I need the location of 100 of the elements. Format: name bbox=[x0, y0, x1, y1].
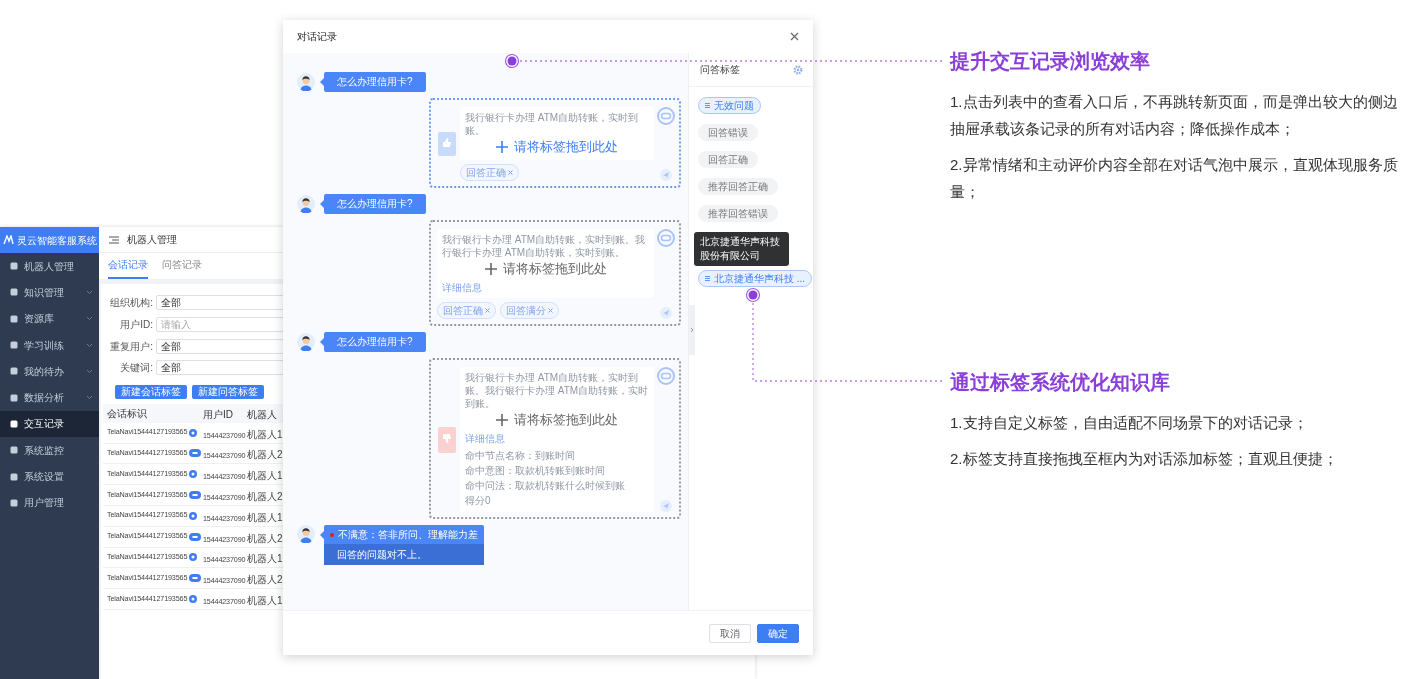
menu-item[interactable]: 交互记录 bbox=[0, 410, 99, 438]
callout-text: 1.支持自定义标签，自由适配不同场景下的对话记录； bbox=[950, 413, 1309, 433]
close-icon bbox=[548, 308, 553, 313]
close-icon bbox=[508, 170, 513, 175]
create-tag-button[interactable]: 新建会话标签 bbox=[115, 384, 187, 399]
plus-icon bbox=[496, 140, 508, 153]
callout-text: 2.异常情绪和主动评价内容全部在对话气泡中展示，直观体现服务质量； bbox=[950, 155, 1399, 202]
drag-handle-icon bbox=[705, 276, 710, 281]
menu-icon[interactable] bbox=[109, 235, 119, 244]
menu-item[interactable]: 资源库 bbox=[0, 305, 99, 332]
menu-icon bbox=[10, 288, 18, 297]
drop-zone[interactable]: 我行银行卡办理 ATM自助转账，实时到账。 请将标签拖到此处 回答正确 bbox=[429, 98, 681, 188]
menu-icon bbox=[10, 472, 18, 481]
rating-text: 不满意：答非所问、理解能力差 bbox=[338, 528, 478, 542]
logo-icon bbox=[2, 235, 14, 245]
menu-item[interactable]: 系统监控 bbox=[0, 437, 99, 464]
field-label: 关键词: bbox=[119, 361, 153, 376]
confirm-button[interactable]: 确定 bbox=[757, 623, 799, 643]
column-header: 用户ID bbox=[203, 409, 233, 421]
bot-icon bbox=[657, 367, 675, 385]
detail-link[interactable]: 详细信息 bbox=[442, 281, 482, 294]
input-field[interactable]: 请输入 bbox=[156, 317, 284, 333]
tag-chip[interactable]: 回答正确 bbox=[460, 164, 519, 181]
menu-item[interactable]: 学习训练 bbox=[0, 331, 99, 359]
callout-heading: 提升交互记录浏览效率 bbox=[950, 49, 1151, 74]
panel-title: 问答标签 bbox=[700, 63, 740, 77]
drop-zone[interactable]: 我行银行卡办理 ATM自助转账，实时到账。我行银行卡办理 ATM自助转账，实时到账。 请将标签拖到此处 详细信息 命中节点名称：到账时间 命中意图：取款机转账到账时间 命中问法：取款机转账什么时候到账 得分0 bbox=[429, 358, 681, 519]
create-tag-button[interactable]: 新建问答标签 bbox=[192, 384, 264, 399]
avatar-icon bbox=[297, 195, 315, 213]
drop-hint: 请将标签拖到此处 bbox=[514, 140, 618, 153]
avatar-icon bbox=[297, 525, 315, 543]
table-cell: 机器人2 bbox=[247, 491, 283, 503]
menu-icon bbox=[10, 262, 18, 271]
menu-icon bbox=[10, 393, 18, 402]
answer-text: 我行银行卡办理 ATM自助转账，实时到账。我行银行卡办理 ATM自助转账，实时到账。 bbox=[442, 233, 647, 259]
input-field[interactable]: 全部 bbox=[156, 360, 284, 376]
table-cell: 机器人1 bbox=[247, 595, 283, 607]
table-cell: 机器人1 bbox=[247, 511, 283, 523]
hit-info: 得分0 bbox=[465, 494, 492, 508]
menu-icon bbox=[10, 419, 18, 428]
collapse-handle[interactable] bbox=[688, 305, 695, 355]
input-field[interactable]: 全部 bbox=[156, 338, 284, 354]
tab[interactable]: 问答记录 bbox=[162, 257, 202, 279]
menu-item[interactable]: 数据分析 bbox=[0, 384, 99, 411]
menu-item[interactable]: 知识管理 bbox=[0, 279, 99, 306]
drop-zone[interactable]: 我行银行卡办理 ATM自助转账，实时到账。我行银行卡办理 ATM自助转账，实时到账。 请将标签拖到此处 详细信息 回答正确 回答满分 bbox=[429, 220, 681, 326]
answer-text: 我行银行卡办理 ATM自助转账，实时到账。 bbox=[465, 111, 640, 137]
tag-pill[interactable]: 推荐回答正确 bbox=[698, 178, 778, 195]
hit-info: 命中问法：取款机转账什么时候到账 bbox=[465, 479, 626, 493]
tag-chip[interactable]: 回答正确 bbox=[437, 302, 496, 319]
menu-item[interactable]: 系统设置 bbox=[0, 463, 99, 490]
tag-pill[interactable]: 回答错误 bbox=[698, 124, 758, 141]
table-cell: 机器人1 bbox=[247, 470, 283, 482]
tag-pill[interactable]: 推荐回答错误 bbox=[698, 205, 778, 222]
chevron-icon bbox=[689, 327, 694, 333]
menu-item[interactable]: 机器人管理 bbox=[0, 253, 99, 280]
table-cell: 机器人2 bbox=[247, 532, 283, 544]
tag-chip[interactable]: 回答满分 bbox=[500, 302, 559, 319]
menu-icon bbox=[10, 341, 18, 350]
plus-icon bbox=[496, 413, 508, 426]
callout-heading: 通过标签系统优化知识库 bbox=[950, 370, 1171, 395]
close-icon bbox=[485, 308, 490, 313]
field-label: 用户ID: bbox=[119, 318, 153, 333]
status-dot-icon bbox=[330, 532, 334, 537]
table-cell: 机器人1 bbox=[247, 428, 283, 440]
input-field[interactable]: 全部 bbox=[156, 295, 284, 311]
drag-handle-icon bbox=[705, 103, 710, 108]
drop-hint: 请将标签拖到此处 bbox=[514, 413, 618, 426]
page-title: 机器人管理 bbox=[127, 233, 177, 247]
table-cell: 机器人2 bbox=[247, 449, 283, 461]
send-icon[interactable] bbox=[660, 500, 672, 512]
settings-icon[interactable] bbox=[793, 64, 803, 75]
avatar-icon bbox=[297, 73, 315, 91]
send-icon[interactable] bbox=[660, 307, 672, 319]
field-label: 重复用户: bbox=[109, 339, 153, 354]
cancel-button[interactable]: 取消 bbox=[709, 623, 751, 643]
send-icon[interactable] bbox=[660, 169, 672, 181]
tag-pill[interactable]: 无效问题 bbox=[698, 97, 761, 114]
avatar-icon bbox=[297, 333, 315, 351]
table-cell: 机器人2 bbox=[247, 574, 283, 586]
drop-hint: 请将标签拖到此处 bbox=[502, 262, 607, 275]
tag-pill[interactable]: 北京捷通华声科技 ... bbox=[698, 270, 813, 287]
app-title: 灵云智能客服系统 bbox=[16, 233, 97, 248]
menu-item[interactable]: 用户管理 bbox=[0, 489, 99, 516]
plus-icon bbox=[484, 262, 497, 275]
callout-text: 1.点击列表中的查看入口后，不再跳转新页面，而是弹出较大的侧边抽屉承载该条记录的所有对话内容；降低操作成本； bbox=[950, 92, 1399, 139]
detail-link[interactable]: 详细信息 bbox=[465, 432, 505, 445]
menu-item[interactable]: 我的待办 bbox=[0, 358, 99, 385]
answer-text: 我行银行卡办理 ATM自助转账，实时到账。我行银行卡办理 ATM自助转账，实时到账。 bbox=[465, 371, 649, 410]
bot-icon bbox=[657, 229, 675, 247]
field-label: 组织机构: bbox=[109, 296, 153, 311]
tag-pill[interactable]: 回答正确 bbox=[698, 151, 758, 168]
close-icon[interactable] bbox=[790, 32, 799, 41]
callout-text: 2.标签支持直接拖拽至框内为对话添加标签；直观且便捷； bbox=[950, 449, 1339, 469]
menu-icon bbox=[10, 367, 18, 376]
column-header: 机器人 bbox=[247, 409, 277, 421]
bot-icon bbox=[657, 107, 675, 125]
hit-info: 命中节点名称：到账时间 bbox=[465, 449, 576, 463]
menu-icon bbox=[10, 314, 18, 323]
tab[interactable]: 会话记录 bbox=[108, 257, 148, 279]
